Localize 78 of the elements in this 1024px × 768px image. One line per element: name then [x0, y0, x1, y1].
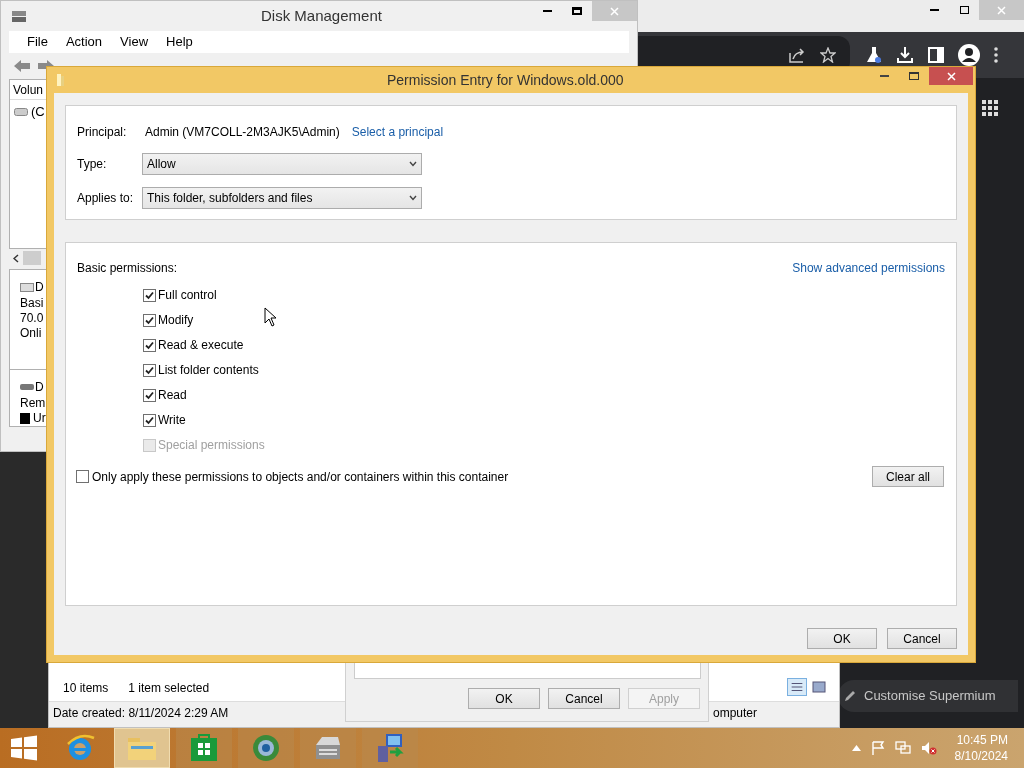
mouse-cursor-icon	[264, 307, 277, 327]
type-label: Type:	[77, 156, 108, 173]
taskbar-app[interactable]	[362, 728, 418, 768]
checkbox[interactable]	[143, 363, 156, 377]
legend-swatch	[20, 413, 30, 424]
disk-info: Basi	[20, 296, 44, 311]
customise-button[interactable]: Customise Supermium	[838, 680, 1018, 712]
disk-info: Rem	[20, 396, 46, 411]
caret-up-icon[interactable]	[851, 745, 861, 751]
apps-grid-icon[interactable]	[982, 100, 998, 116]
checkbox[interactable]	[143, 413, 156, 427]
dialog-button[interactable]: OK	[468, 688, 540, 709]
permission-label: Write	[158, 412, 186, 429]
dialog-button[interactable]: Cancel	[548, 688, 620, 709]
shopping-bag-icon	[189, 733, 219, 763]
speaker-muted-icon[interactable]	[920, 741, 937, 755]
applies-to-dropdown[interactable]: This folder, subfolders and files	[142, 187, 422, 209]
disk-label: D	[35, 379, 44, 396]
windows-start-icon[interactable]	[10, 735, 38, 761]
type-dropdown[interactable]: Allow	[142, 153, 422, 175]
item-count: 10 items	[63, 680, 109, 697]
date-created: Date created: 8/11/2024 2:29 AM	[53, 705, 229, 722]
removable-drive-icon	[20, 384, 34, 390]
disk-info: 70.0	[20, 311, 44, 326]
back-arrow-icon[interactable]	[13, 59, 31, 73]
permission-label: Full control	[158, 287, 217, 304]
permission-label: Special permissions	[158, 437, 265, 454]
menu-item[interactable]: Help	[166, 32, 193, 52]
disk-info: Ur	[33, 411, 46, 426]
principal-label: Principal:	[77, 124, 128, 141]
menu-item[interactable]: View	[120, 32, 149, 52]
scrollbar-thumb[interactable]	[23, 251, 41, 265]
close-icon	[946, 71, 956, 81]
star-icon	[820, 47, 836, 63]
side-panel-icon	[928, 47, 944, 63]
menu-item[interactable]: Action	[65, 32, 103, 52]
only-apply-label: Only apply these permissions to objects and/or containers within this container	[92, 468, 509, 486]
checkbox[interactable]	[143, 388, 156, 402]
close-icon	[997, 5, 1006, 15]
thumbnail-view-icon[interactable]	[809, 678, 829, 696]
disk-info: Onli	[20, 326, 42, 341]
close-icon	[610, 6, 619, 16]
drive-icon	[14, 107, 28, 116]
chevron-down-icon	[409, 161, 417, 167]
flask-icon	[866, 46, 882, 64]
chevron-down-icon	[409, 195, 417, 201]
window-title: Disk Management	[261, 5, 382, 26]
permission-label: Read & execute	[158, 337, 244, 354]
cancel-button[interactable]: Cancel	[887, 628, 957, 649]
clear-all-button[interactable]: Clear all	[872, 466, 944, 487]
profile-icon[interactable]	[958, 44, 980, 66]
select-principal-link[interactable]: Select a principal	[351, 123, 444, 141]
share-icon	[788, 47, 806, 63]
menu-dots-icon[interactable]	[994, 47, 998, 63]
permission-label: Read	[158, 387, 187, 404]
pencil-icon	[844, 690, 856, 702]
permission-label: List folder contents	[158, 362, 259, 379]
checkbox[interactable]	[143, 338, 156, 352]
status-text: omputer	[713, 705, 758, 722]
globe-icon	[250, 732, 282, 764]
dialog-title: Permission Entry for Windows.old.000	[387, 70, 624, 90]
download-icon	[896, 46, 914, 64]
menu-item[interactable]: File	[27, 32, 48, 52]
taskbar-app[interactable]	[176, 728, 232, 768]
checkbox[interactable]	[76, 470, 89, 483]
disk-management-icon	[11, 8, 27, 24]
ok-button[interactable]: OK	[807, 628, 877, 649]
basic-permissions-label: Basic permissions:	[77, 260, 178, 277]
table-cell-text: (C	[31, 103, 45, 121]
permission-label: Modify	[158, 312, 194, 329]
selection-count: 1 item selected	[128, 680, 210, 697]
checkbox[interactable]	[143, 288, 156, 302]
checkbox[interactable]	[143, 313, 156, 327]
details-view-icon[interactable]	[787, 678, 807, 696]
show-advanced-link[interactable]: Show advanced permissions	[792, 259, 945, 277]
disk-label: D	[35, 279, 44, 296]
applies-to-label: Applies to:	[77, 190, 135, 207]
principal-name: Admin (VM7COLL-2M3AJK5\Admin)	[145, 124, 340, 141]
